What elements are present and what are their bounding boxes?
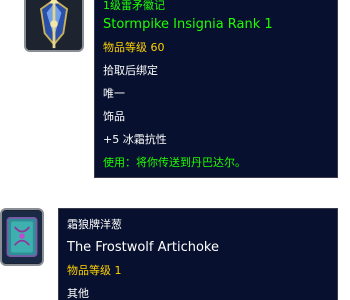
screenshot-stage: 1级雷矛徽记 Stormpike Insignia Rank 1 物品等级 60…: [0, 0, 350, 300]
item-stat: +5 冰霜抗性: [103, 133, 167, 146]
item-tooltip-frostwolf-artichoke: 霜狼牌洋葱 The Frostwolf Artichoke 物品等级 1 其他: [58, 208, 338, 300]
frostwolf-artichoke-icon-graphic: [2, 210, 42, 264]
stormpike-insignia-icon-graphic: [26, 0, 82, 50]
stormpike-insignia-icon[interactable]: [24, 0, 84, 52]
item-level: 物品等级 60: [103, 41, 165, 54]
item-name-cn: 霜狼牌洋葱: [67, 218, 122, 231]
frostwolf-artichoke-icon[interactable]: [0, 208, 44, 266]
item-use-effect: 使用：将你传送到丹巴达尔。: [103, 156, 246, 169]
item-tooltip-stormpike-insignia: 1级雷矛徽记 Stormpike Insignia Rank 1 物品等级 60…: [94, 0, 338, 178]
item-binding: 拾取后绑定: [103, 64, 158, 77]
item-name-en: Stormpike Insignia Rank 1: [103, 17, 273, 32]
item-name-cn: 1级雷矛徽记: [103, 0, 165, 12]
item-unique: 唯一: [103, 87, 125, 100]
item-name-en: The Frostwolf Artichoke: [67, 240, 219, 255]
item-level: 物品等级 1: [67, 264, 122, 277]
item-category: 其他: [67, 287, 89, 300]
item-slot: 饰品: [103, 110, 125, 123]
